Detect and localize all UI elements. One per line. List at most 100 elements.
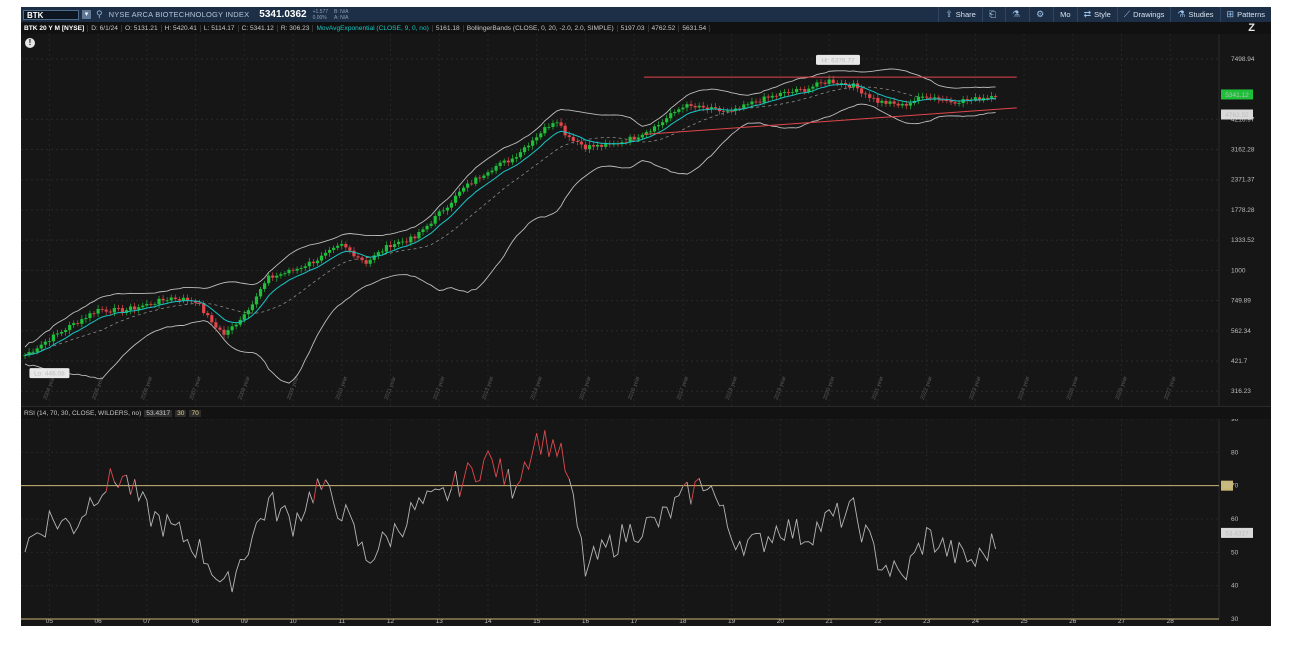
candle-body — [47, 341, 51, 343]
candle-body — [766, 96, 770, 98]
candle-body — [994, 96, 998, 97]
candle-body — [799, 89, 803, 90]
candle-body — [43, 341, 47, 345]
price-axis-label: 1333.52 — [1231, 237, 1255, 244]
candle-body — [161, 298, 165, 301]
candle-body — [68, 325, 72, 331]
candle-body — [815, 82, 819, 87]
candle-body — [137, 307, 141, 310]
rsi-line-segment — [24, 491, 107, 553]
candle-body — [39, 344, 43, 349]
candle-body — [157, 298, 161, 305]
candle-body — [388, 245, 393, 248]
candle-body — [579, 141, 583, 145]
candle-body — [551, 123, 555, 127]
rsi-line-segment — [455, 470, 461, 497]
candle-body — [652, 126, 657, 132]
candle-body — [51, 334, 56, 342]
candle-body — [884, 100, 888, 104]
year-watermark: 2018 year — [725, 375, 739, 400]
rsi-value-bubble-label: 53.4317 — [1225, 530, 1249, 537]
candle-body — [754, 101, 758, 103]
candle-body — [206, 313, 210, 316]
year-watermark: 2021 year — [871, 375, 885, 400]
candle-body — [263, 283, 267, 290]
rsi-info-bar: RSI (14, 70, 30, CLOSE, WILDERS, no) 53.… — [21, 406, 1271, 419]
candle-body — [782, 92, 787, 93]
candle-body — [283, 273, 287, 275]
candle-body — [486, 172, 490, 176]
year-watermark: 2020 year — [822, 375, 836, 400]
year-watermark: 2016 year — [627, 375, 641, 400]
candle-body — [311, 261, 315, 264]
year-watermark: 2024 year — [1017, 375, 1031, 400]
candle-body — [275, 275, 279, 278]
year-watermark: 2023 year — [969, 375, 983, 400]
price-axis-label: 2371.37 — [1231, 177, 1255, 184]
year-watermark: 2004 year — [43, 375, 57, 400]
bollinger-upper-band — [24, 68, 996, 348]
candle-body — [725, 110, 730, 112]
trendline-support — [643, 107, 1017, 135]
candle-body — [790, 92, 795, 93]
candle-body — [384, 245, 389, 252]
candle-body — [896, 103, 900, 106]
candle-body — [685, 104, 689, 108]
candle-body — [295, 268, 299, 271]
candle-body — [543, 127, 547, 134]
price-chart[interactable]: 7498.944216.973162.282371.371778.281333.… — [21, 7, 1271, 626]
candle-body — [425, 225, 429, 230]
candle-body — [133, 306, 137, 310]
year-watermark: 2013 year — [481, 375, 495, 400]
year-watermark: 2006 year — [140, 375, 154, 400]
price-axis-label: 1778.28 — [1231, 207, 1255, 214]
candle-body — [567, 135, 571, 137]
candle-body — [989, 96, 994, 98]
candle-body — [421, 229, 425, 233]
rsi-line-segment — [325, 479, 452, 564]
candle-body — [478, 177, 482, 179]
year-watermark: 2027 year — [1164, 375, 1178, 400]
candle-body — [819, 82, 823, 84]
rsi-line-segment — [126, 474, 132, 495]
candle-body — [364, 260, 368, 264]
candle-body — [953, 102, 957, 104]
candle-body — [96, 308, 100, 314]
candle-body — [888, 101, 892, 104]
candle-body — [165, 300, 169, 302]
candle-body — [141, 305, 145, 308]
candle-body — [681, 107, 685, 110]
candle-body — [648, 131, 653, 133]
candle-body — [490, 170, 494, 173]
candle-body — [246, 310, 250, 315]
candle-body — [214, 322, 218, 328]
candle-body — [474, 177, 478, 184]
rsi-line-segment — [568, 478, 684, 577]
candle-body — [332, 247, 336, 250]
candle-body — [900, 103, 904, 106]
candle-body — [323, 252, 328, 256]
candle-body — [864, 93, 868, 95]
year-watermark: 2007 year — [189, 375, 203, 400]
candle-body — [721, 111, 726, 112]
candle-body — [336, 245, 340, 248]
candle-body — [340, 243, 344, 246]
candle-body — [368, 259, 372, 264]
rsi-study-label[interactable]: RSI (14, 70, 30, CLOSE, WILDERS, no) — [24, 410, 141, 417]
candle-body — [636, 137, 640, 140]
candle-body — [222, 329, 226, 335]
rsi-line-segment — [698, 478, 997, 581]
candle-body — [924, 96, 929, 98]
candle-body — [116, 308, 121, 309]
candle-body — [823, 82, 827, 84]
candle-body — [258, 289, 263, 297]
rsi-value: 53.4317 — [144, 409, 173, 417]
candle-body — [466, 183, 470, 188]
bollinger-middle-band — [24, 86, 996, 356]
candle-body — [441, 210, 445, 212]
rsi-axis-label: 50 — [1231, 549, 1239, 556]
candle-body — [226, 330, 230, 335]
candle-body — [876, 97, 880, 103]
candle-body — [177, 299, 181, 301]
rsi-overbought: 70 — [189, 409, 201, 417]
